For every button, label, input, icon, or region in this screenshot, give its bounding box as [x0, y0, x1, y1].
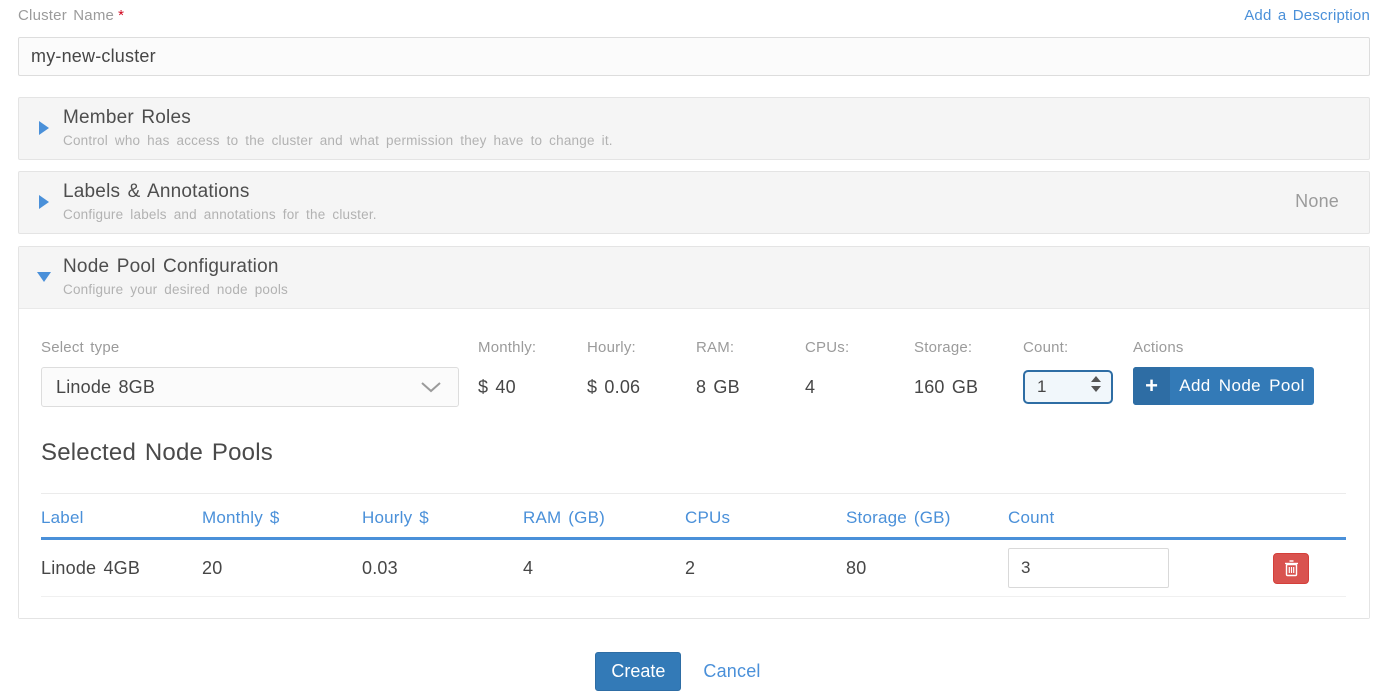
pool-actions-cell [1233, 553, 1346, 584]
monthly-label: Monthly: [478, 339, 587, 356]
stat-column-cpus: CPUs: 4 [805, 339, 914, 407]
pool-hourly-cell: 0.03 [362, 558, 523, 579]
col-header-storage: Storage (GB) [846, 508, 1008, 528]
spinner-up-icon[interactable] [1091, 376, 1101, 382]
node-pool-subtitle: Configure your desired node pools [63, 280, 1353, 299]
table-row: Linode 4GB 20 0.03 4 2 80 [41, 540, 1346, 597]
cluster-name-label: Cluster Name [18, 7, 114, 24]
hourly-label: Hourly: [587, 339, 696, 356]
form-footer: Create Cancel [2, 652, 1354, 691]
trash-icon [1284, 560, 1299, 577]
node-pool-title: Node Pool Configuration [63, 254, 1353, 280]
delete-pool-button[interactable] [1273, 553, 1309, 584]
pool-ram-cell: 4 [523, 558, 685, 579]
stat-column-storage: Storage: 160 GB [914, 339, 1023, 407]
pool-label-cell: Linode 4GB [41, 558, 202, 579]
ram-value: 8 GB [696, 367, 805, 407]
pool-table-header: Label Monthly $ Hourly $ RAM (GB) CPUs S… [41, 494, 1346, 540]
member-roles-title: Member Roles [63, 105, 1353, 131]
cluster-create-page: Cluster Name* Add a Description Member R… [0, 0, 1388, 686]
plus-icon: + [1133, 367, 1170, 405]
cluster-name-input[interactable] [18, 37, 1370, 76]
cpus-label: CPUs: [805, 339, 914, 356]
cluster-name-label-group: Cluster Name* [18, 7, 124, 25]
spinner-down-icon[interactable] [1091, 386, 1101, 392]
col-header-cpus: CPUs [685, 508, 846, 528]
count-input-wrap [1023, 367, 1113, 404]
cancel-link[interactable]: Cancel [703, 661, 760, 682]
pool-storage-cell: 80 [846, 558, 1008, 579]
labels-annotations-value: None [1295, 191, 1353, 212]
labels-annotations-subtitle: Configure labels and annotations for the… [63, 205, 1295, 224]
accordion-labels-annotations[interactable]: Labels & Annotations Configure labels an… [18, 171, 1370, 234]
member-roles-subtitle: Control who has access to the cluster an… [63, 131, 1353, 150]
caret-down-icon [37, 272, 51, 282]
node-pool-form-row: Select type Linode 8GB Monthly: $ 40 Hou… [41, 339, 1346, 407]
node-pool-body: Select type Linode 8GB Monthly: $ 40 Hou… [19, 309, 1369, 618]
add-node-pool-button[interactable]: + Add Node Pool [1133, 367, 1314, 405]
required-asterisk: * [118, 7, 124, 24]
pool-monthly-cell: 20 [202, 558, 362, 579]
stat-column-ram: RAM: 8 GB [696, 339, 805, 407]
accordion-node-pool-configuration[interactable]: Node Pool Configuration Configure your d… [19, 247, 1369, 309]
accordion-member-roles[interactable]: Member Roles Control who has access to t… [18, 97, 1370, 160]
member-roles-texts: Member Roles Control who has access to t… [63, 105, 1353, 150]
add-description-link[interactable]: Add a Description [1244, 7, 1370, 24]
actions-column: Actions + Add Node Pool [1133, 339, 1346, 405]
monthly-value: $ 40 [478, 367, 587, 407]
add-node-pool-label: Add Node Pool [1170, 367, 1314, 405]
ram-label: RAM: [696, 339, 805, 356]
stat-column-monthly: Monthly: $ 40 [478, 339, 587, 407]
actions-label: Actions [1133, 339, 1346, 356]
pool-count-input[interactable] [1008, 548, 1169, 588]
selected-node-pools-heading: Selected Node Pools [41, 439, 1346, 467]
node-type-selected-value: Linode 8GB [56, 377, 155, 398]
hourly-value: $ 0.06 [587, 367, 696, 407]
create-button[interactable]: Create [595, 652, 681, 691]
cluster-name-header-row: Cluster Name* Add a Description [18, 7, 1370, 25]
labels-annotations-title: Labels & Annotations [63, 179, 1295, 205]
storage-label: Storage: [914, 339, 1023, 356]
stat-column-hourly: Hourly: $ 0.06 [587, 339, 696, 407]
type-select-column: Select type Linode 8GB [41, 339, 478, 407]
node-type-select[interactable]: Linode 8GB [41, 367, 459, 407]
chevron-down-icon [420, 381, 442, 393]
select-type-label: Select type [41, 339, 478, 356]
cpus-value: 4 [805, 367, 914, 407]
pool-count-cell [1008, 548, 1233, 588]
labels-annotations-texts: Labels & Annotations Configure labels an… [63, 179, 1295, 224]
storage-value: 160 GB [914, 367, 1023, 407]
caret-right-icon [39, 195, 49, 209]
count-column: Count: [1023, 339, 1133, 404]
count-label: Count: [1023, 339, 1133, 356]
col-header-label: Label [41, 508, 202, 528]
col-header-count: Count [1008, 508, 1233, 528]
pool-cpus-cell: 2 [685, 558, 846, 579]
node-pool-texts: Node Pool Configuration Configure your d… [63, 254, 1353, 299]
col-header-ram: RAM (GB) [523, 508, 685, 528]
section-node-pool-configuration: Node Pool Configuration Configure your d… [18, 246, 1370, 619]
col-header-hourly: Hourly $ [362, 508, 523, 528]
count-spinner[interactable] [1091, 376, 1101, 392]
col-header-monthly: Monthly $ [202, 508, 362, 528]
caret-right-icon [39, 121, 49, 135]
